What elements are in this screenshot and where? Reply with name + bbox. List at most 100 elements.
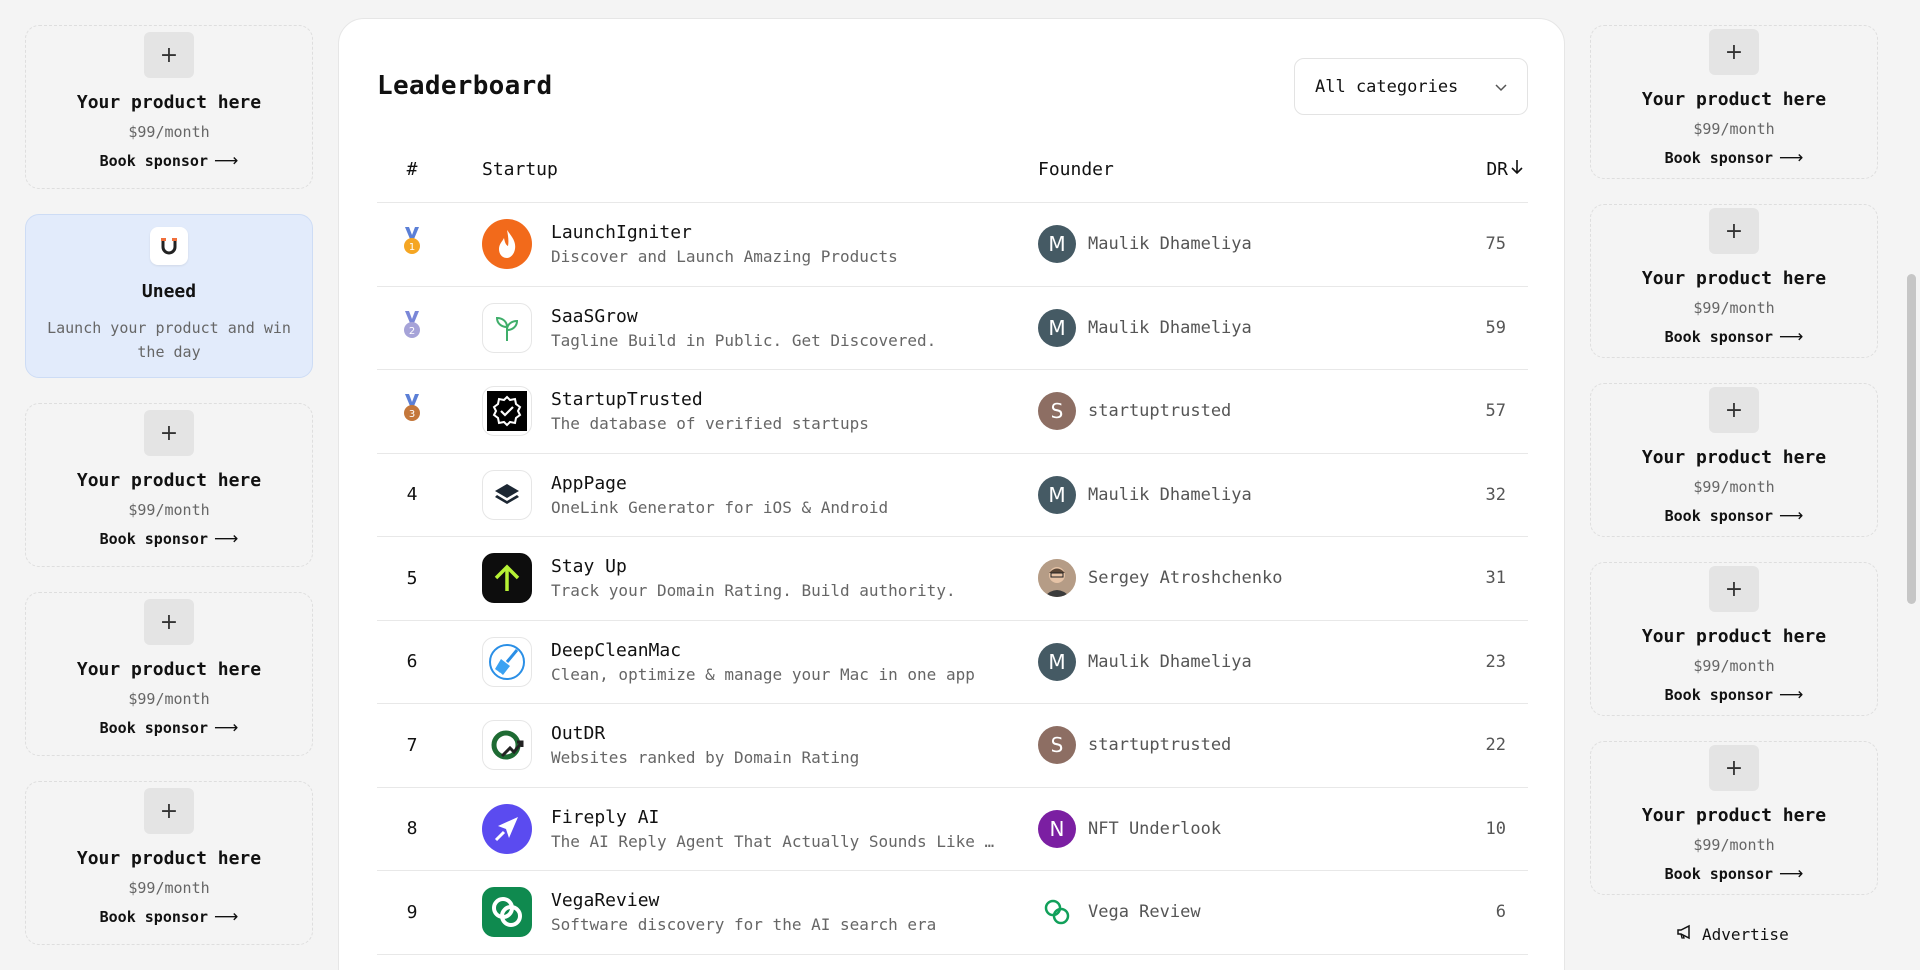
book-sponsor-link[interactable]: Book sponsor ⟶ bbox=[100, 907, 239, 927]
linked-rings-icon bbox=[482, 887, 532, 938]
startup-cell[interactable]: SaaSGrow Tagline Build in Public. Get Di… bbox=[482, 302, 1038, 353]
startup-tagline: Software discovery for the AI search era bbox=[551, 915, 937, 935]
founder-cell[interactable]: M Maulik Dhameliya bbox=[1038, 308, 1448, 347]
scrollbar-thumb[interactable] bbox=[1907, 274, 1916, 604]
table-row[interactable]: 9 VegaReview Software discovery for the … bbox=[377, 871, 1528, 955]
founder-cell[interactable]: S startuptrusted bbox=[1038, 726, 1448, 765]
book-sponsor-link[interactable]: Book sponsor ⟶ bbox=[1665, 506, 1804, 526]
plus-icon[interactable]: + bbox=[144, 599, 194, 645]
startup-name[interactable]: VegaReview bbox=[551, 890, 936, 911]
sponsor-title: Your product here bbox=[76, 848, 262, 869]
book-sponsor-link[interactable]: Book sponsor ⟶ bbox=[100, 718, 239, 738]
startup-tagline: The database of verified startups bbox=[551, 414, 869, 434]
plus-icon[interactable]: + bbox=[1709, 208, 1759, 254]
table-row[interactable]: 6 DeepCleanMac Clean, optimize & manage … bbox=[377, 621, 1528, 704]
startup-cell[interactable]: VegaReview Software discovery for the AI… bbox=[482, 887, 1038, 938]
table-row[interactable]: 2 SaaSGrow Tagline Build in Public. Get … bbox=[377, 287, 1528, 370]
sponsor-slot[interactable]: + Your product here $99/month Book spons… bbox=[1590, 25, 1878, 179]
startup-name[interactable]: DeepCleanMac bbox=[551, 640, 975, 661]
founder-name: startuptrusted bbox=[1088, 401, 1232, 422]
book-sponsor-link[interactable]: Book sponsor ⟶ bbox=[1665, 327, 1804, 347]
founder-cell[interactable]: M Maulik Dhameliya bbox=[1038, 225, 1448, 264]
category-select[interactable]: All categories bbox=[1294, 58, 1528, 115]
table-row[interactable]: 7 OutDR Websites ranked by Domain Rating… bbox=[377, 704, 1528, 788]
plus-icon[interactable]: + bbox=[1709, 566, 1759, 612]
arrow-right-icon: ⟶ bbox=[1779, 327, 1804, 347]
startup-cell[interactable]: StartupTrusted The database of verified … bbox=[482, 386, 1038, 437]
founder-name: Vega Review bbox=[1088, 902, 1201, 923]
startup-tagline: Clean, optimize & manage your Mac in one… bbox=[551, 664, 975, 684]
sponsor-slot[interactable]: + Your product here $99/month Book spons… bbox=[1590, 204, 1878, 358]
book-sponsor-link[interactable]: Book sponsor ⟶ bbox=[1665, 148, 1804, 168]
startup-cell[interactable]: LaunchIgniter Discover and Launch Amazin… bbox=[482, 219, 1038, 270]
plus-icon[interactable]: + bbox=[1709, 387, 1759, 433]
startup-name[interactable]: SaaSGrow bbox=[551, 306, 936, 327]
sponsor-slot[interactable]: + Your product here $99/month Book spons… bbox=[1590, 562, 1878, 716]
sponsor-slot[interactable]: + Your product here $99/month Book spons… bbox=[1590, 741, 1878, 895]
startup-name[interactable]: StartupTrusted bbox=[551, 389, 869, 410]
sponsor-slot[interactable]: + Your product here $99/month Book spons… bbox=[25, 25, 313, 189]
sponsor-price: $99/month bbox=[128, 879, 210, 897]
column-founder: Founder bbox=[1038, 159, 1114, 180]
table-row[interactable]: 4 AppPage OneLink Generator for iOS & An… bbox=[377, 454, 1528, 537]
table-row[interactable]: 8 Fireply AI The AI Reply Agent That Act… bbox=[377, 788, 1528, 871]
table-row[interactable]: 1 LaunchIgniter Discover and Launch Amaz… bbox=[377, 203, 1528, 287]
sponsor-price: $99/month bbox=[1693, 657, 1775, 675]
startup-name[interactable]: AppPage bbox=[551, 473, 888, 494]
featured-description: Launch your product and win the day bbox=[47, 319, 291, 361]
medal-rank: 3 bbox=[409, 409, 415, 420]
rank-number: 6 bbox=[406, 651, 418, 673]
startup-tagline: Discover and Launch Amazing Products bbox=[551, 247, 898, 267]
startup-name[interactable]: Fireply AI bbox=[551, 807, 994, 828]
arrow-right-icon: ⟶ bbox=[214, 529, 239, 549]
plus-icon[interactable]: + bbox=[144, 788, 194, 834]
rank-number: 7 bbox=[406, 734, 418, 756]
sponsor-slot[interactable]: + Your product here $99/month Book spons… bbox=[25, 781, 313, 945]
founder-cell[interactable]: Vega Review bbox=[1038, 893, 1448, 932]
sponsor-slot[interactable]: + Your product here $99/month Book spons… bbox=[25, 403, 313, 567]
founder-cell[interactable]: S startuptrusted bbox=[1038, 392, 1448, 431]
founder-cell[interactable]: M Maulik Dhameliya bbox=[1038, 642, 1448, 681]
book-sponsor-label: Book sponsor bbox=[1664, 328, 1773, 346]
column-dr-sort[interactable]: DR bbox=[1448, 159, 1528, 180]
table-row[interactable]: 5 Stay Up Track your Domain Rating. Buil… bbox=[377, 537, 1528, 621]
sponsor-slot[interactable]: + Your product here $99/month Book spons… bbox=[1590, 383, 1878, 537]
advertise-link[interactable]: Advertise bbox=[1676, 924, 1789, 944]
sponsor-title: Your product here bbox=[76, 92, 262, 113]
sponsor-slot[interactable]: + Your product here $99/month Book spons… bbox=[25, 592, 313, 756]
plus-icon[interactable]: + bbox=[1709, 29, 1759, 75]
plus-icon[interactable]: + bbox=[144, 410, 194, 456]
founder-cell[interactable]: N NFT Underlook bbox=[1038, 809, 1448, 848]
plus-icon[interactable]: + bbox=[1709, 745, 1759, 791]
column-rank: # bbox=[406, 159, 418, 180]
avatar: S bbox=[1038, 392, 1076, 431]
founder-name: Maulik Dhameliya bbox=[1088, 651, 1252, 672]
table-row[interactable]: 3 StartupTrusted The database of verifie… bbox=[377, 370, 1528, 454]
startup-cell[interactable]: OutDR Websites ranked by Domain Rating bbox=[482, 720, 1038, 771]
dr-value: 10 bbox=[1485, 818, 1506, 839]
startup-cell[interactable]: Fireply AI The AI Reply Agent That Actua… bbox=[482, 803, 1038, 854]
featured-title: Uneed bbox=[141, 281, 197, 302]
startup-text: Stay Up Track your Domain Rating. Build … bbox=[551, 556, 956, 600]
startup-cell[interactable]: AppPage OneLink Generator for iOS & Andr… bbox=[482, 469, 1038, 520]
startup-name[interactable]: OutDR bbox=[551, 723, 859, 744]
plus-icon[interactable]: + bbox=[144, 32, 194, 78]
startup-name[interactable]: LaunchIgniter bbox=[551, 222, 898, 243]
founder-cell[interactable]: Sergey Atroshchenko bbox=[1038, 559, 1448, 598]
dr-value: 32 bbox=[1485, 484, 1506, 505]
book-sponsor-link[interactable]: Book sponsor ⟶ bbox=[1665, 685, 1804, 705]
arrow-right-icon: ⟶ bbox=[214, 151, 239, 171]
featured-product-card[interactable]: Uneed Launch your product and win the da… bbox=[25, 214, 313, 378]
rank-number: 8 bbox=[406, 818, 418, 840]
book-sponsor-link[interactable]: Book sponsor ⟶ bbox=[100, 151, 239, 171]
book-sponsor-label: Book sponsor bbox=[1664, 865, 1773, 883]
arrow-right-icon: ⟶ bbox=[1779, 864, 1804, 884]
startup-cell[interactable]: Stay Up Track your Domain Rating. Build … bbox=[482, 553, 1038, 604]
startup-cell[interactable]: DeepCleanMac Clean, optimize & manage yo… bbox=[482, 636, 1038, 687]
book-sponsor-link[interactable]: Book sponsor ⟶ bbox=[100, 529, 239, 549]
book-sponsor-link[interactable]: Book sponsor ⟶ bbox=[1665, 864, 1804, 884]
founder-cell[interactable]: M Maulik Dhameliya bbox=[1038, 475, 1448, 514]
startup-name[interactable]: Stay Up bbox=[551, 556, 956, 577]
sponsor-price: $99/month bbox=[128, 690, 210, 708]
arrow-right-icon: ⟶ bbox=[1779, 506, 1804, 526]
